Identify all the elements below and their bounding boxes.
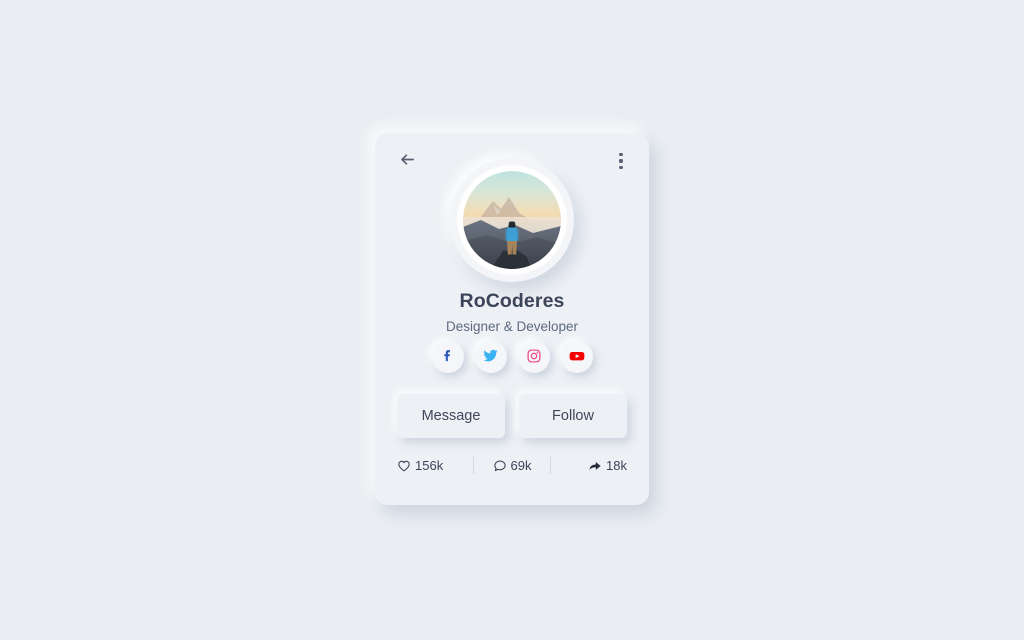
avatar-photo bbox=[463, 171, 561, 269]
stats-row: 156k 69k 18k bbox=[397, 457, 627, 474]
more-vertical-icon-dot bbox=[619, 159, 623, 163]
message-button[interactable]: Message bbox=[397, 394, 505, 438]
follow-button[interactable]: Follow bbox=[519, 394, 627, 438]
avatar[interactable] bbox=[450, 158, 574, 282]
stat-likes-value: 156k bbox=[415, 458, 444, 473]
stat-shares[interactable]: 18k bbox=[551, 458, 627, 473]
more-vertical-icon-dot bbox=[619, 165, 623, 169]
arrow-left-icon bbox=[398, 150, 417, 172]
more-options-button[interactable] bbox=[608, 145, 634, 177]
stat-comments-value: 69k bbox=[510, 458, 532, 473]
page-title: RoCoderes bbox=[459, 290, 565, 312]
social-links bbox=[375, 341, 649, 373]
action-buttons: Message Follow bbox=[397, 394, 627, 438]
profile-card: RoCoderes Designer & Developer Message F… bbox=[375, 133, 649, 505]
facebook-icon bbox=[439, 347, 456, 367]
stat-shares-value: 18k bbox=[606, 458, 627, 473]
stat-likes[interactable]: 156k bbox=[397, 458, 473, 473]
back-button[interactable] bbox=[391, 145, 423, 177]
avatar-ring bbox=[456, 164, 568, 276]
youtube-icon bbox=[568, 347, 586, 368]
social-link-twitter[interactable] bbox=[474, 341, 507, 373]
social-link-facebook[interactable] bbox=[431, 341, 464, 373]
heart-icon bbox=[397, 459, 411, 473]
share-icon bbox=[588, 459, 602, 473]
twitter-icon bbox=[482, 347, 499, 367]
comment-icon bbox=[493, 459, 507, 473]
social-link-youtube[interactable] bbox=[560, 341, 593, 373]
profile-role: Designer & Developer bbox=[445, 319, 579, 334]
instagram-icon bbox=[526, 348, 542, 367]
stat-comments[interactable]: 69k bbox=[474, 458, 550, 473]
social-link-instagram[interactable] bbox=[517, 341, 550, 373]
more-vertical-icon bbox=[619, 153, 623, 157]
